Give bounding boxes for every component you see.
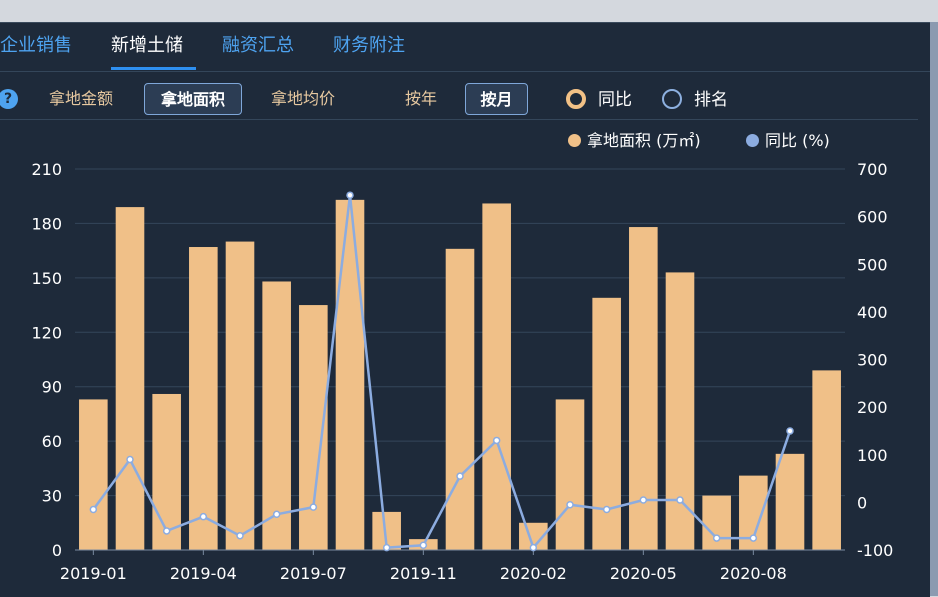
yoy-point xyxy=(602,505,611,514)
y-left-tick-label: 150 xyxy=(31,269,62,288)
yoy-point xyxy=(89,505,98,514)
x-tick-label: 2020-05 xyxy=(610,564,677,583)
y-left-tick-label: 180 xyxy=(31,214,62,233)
y-left-tick-label: 210 xyxy=(31,160,62,179)
bar xyxy=(225,241,255,551)
y-left-tick-label: 0 xyxy=(52,541,62,560)
x-tick-label: 2020-08 xyxy=(720,564,787,583)
y-right-tick-label: 500 xyxy=(857,255,888,274)
y-right-tick-label: 400 xyxy=(857,303,888,322)
bar xyxy=(189,247,218,550)
y-right-tick-label: 700 xyxy=(857,160,888,179)
bar xyxy=(665,272,695,550)
yoy-point xyxy=(162,527,171,535)
yoy-point xyxy=(309,503,318,511)
y-right-tick-label: 100 xyxy=(857,446,888,465)
yoy-point xyxy=(712,534,721,542)
bar xyxy=(115,207,145,550)
yoy-point xyxy=(199,512,208,521)
yoy-point xyxy=(456,472,464,480)
y-left-tick-label: 90 xyxy=(42,378,62,397)
yoy-point xyxy=(419,541,428,549)
yoy-point xyxy=(639,496,648,504)
y-right-tick-label: 0 xyxy=(857,493,867,512)
yoy-point xyxy=(272,510,281,519)
x-tick-label: 2020-02 xyxy=(500,564,567,583)
y-right-tick-label: 200 xyxy=(857,398,888,417)
y-left-tick-label: 60 xyxy=(42,432,62,451)
x-tick-label: 2019-01 xyxy=(60,564,127,583)
bar xyxy=(482,203,511,550)
yoy-point xyxy=(492,436,501,445)
y-right-tick-label: 300 xyxy=(857,351,888,370)
yoy-point xyxy=(676,496,684,504)
y-left-tick-label: 120 xyxy=(31,323,62,342)
yoy-point xyxy=(346,191,354,199)
bar xyxy=(445,248,475,551)
bar xyxy=(812,370,841,550)
y-right-tick-label: 600 xyxy=(857,208,888,227)
bar xyxy=(79,399,108,550)
yoy-point xyxy=(529,543,538,552)
yoy-point xyxy=(236,531,244,540)
yoy-point xyxy=(126,455,134,464)
x-tick-label: 2019-11 xyxy=(390,564,457,583)
bar xyxy=(775,453,805,550)
x-tick-label: 2019-07 xyxy=(280,564,347,583)
y-left-tick-label: 30 xyxy=(42,487,62,506)
bar xyxy=(555,399,585,550)
y-right-tick-label: -100 xyxy=(857,541,893,560)
yoy-point xyxy=(749,534,758,542)
land-area-chart: 0 30 60 90 120 150 180 210 -100 0 100 200 300 400 500 6… xyxy=(31,160,893,583)
x-tick-label: 2019-04 xyxy=(170,564,237,583)
yoy-point xyxy=(786,427,794,435)
bar xyxy=(262,281,291,550)
yoy-point xyxy=(566,501,574,509)
bar xyxy=(335,199,365,551)
yoy-point xyxy=(382,543,391,552)
